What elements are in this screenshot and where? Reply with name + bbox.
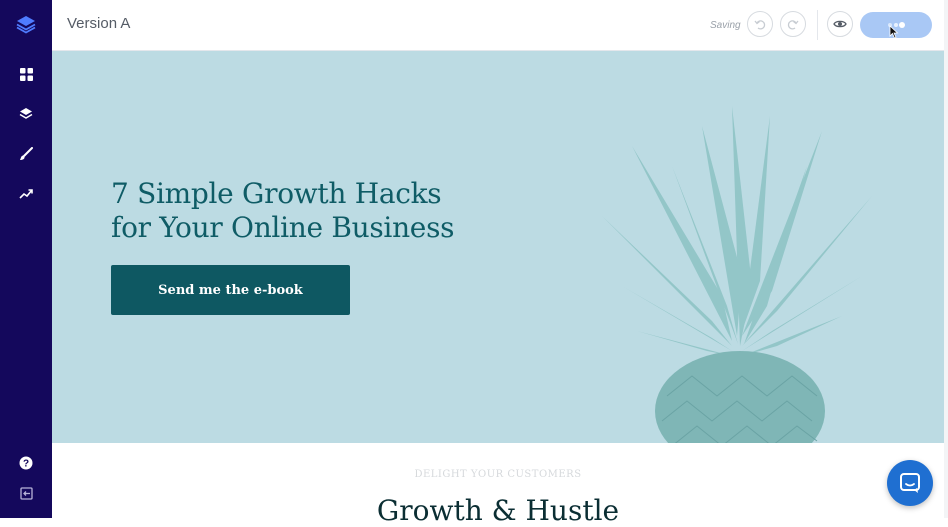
- section-title: Growth & Hustle: [376, 494, 620, 527]
- page-title: Version A: [67, 15, 131, 32]
- stack-icon[interactable]: [16, 104, 36, 124]
- grid-icon[interactable]: [16, 64, 36, 84]
- undo-icon: [754, 20, 766, 30]
- top-bar: Version A Saving: [52, 0, 948, 51]
- toolbar-divider: [817, 10, 818, 40]
- pineapple-image: [602, 106, 872, 443]
- exit-icon[interactable]: [16, 483, 36, 503]
- help-icon[interactable]: ?: [16, 453, 36, 473]
- svg-text:?: ?: [23, 459, 29, 470]
- hero-section[interactable]: 7 Simple Growth Hacks for Your Online Bu…: [52, 51, 944, 443]
- sidebar: ?: [0, 0, 52, 518]
- layers-logo-icon[interactable]: [16, 14, 36, 34]
- hero-title: 7 Simple Growth Hacks for Your Online Bu…: [111, 177, 455, 245]
- saving-status: Saving: [710, 20, 741, 31]
- scrollbar-track[interactable]: [944, 0, 948, 518]
- redo-button[interactable]: [780, 11, 806, 37]
- brush-icon[interactable]: [16, 144, 36, 164]
- eye-icon: [833, 20, 847, 28]
- hero-title-line-2: for Your Online Business: [111, 211, 455, 244]
- send-ebook-button[interactable]: Send me the e-book: [111, 265, 350, 315]
- section-eyebrow: DELIGHT YOUR CUSTOMERS: [414, 469, 582, 480]
- redo-icon: [787, 20, 799, 30]
- mouse-cursor-icon: [889, 25, 899, 39]
- trend-icon[interactable]: [16, 184, 36, 204]
- chat-launcher-button[interactable]: [887, 460, 933, 506]
- chat-icon: [900, 473, 920, 493]
- preview-button[interactable]: [827, 11, 853, 37]
- hero-title-line-1: 7 Simple Growth Hacks: [111, 177, 442, 210]
- undo-button[interactable]: [747, 11, 773, 37]
